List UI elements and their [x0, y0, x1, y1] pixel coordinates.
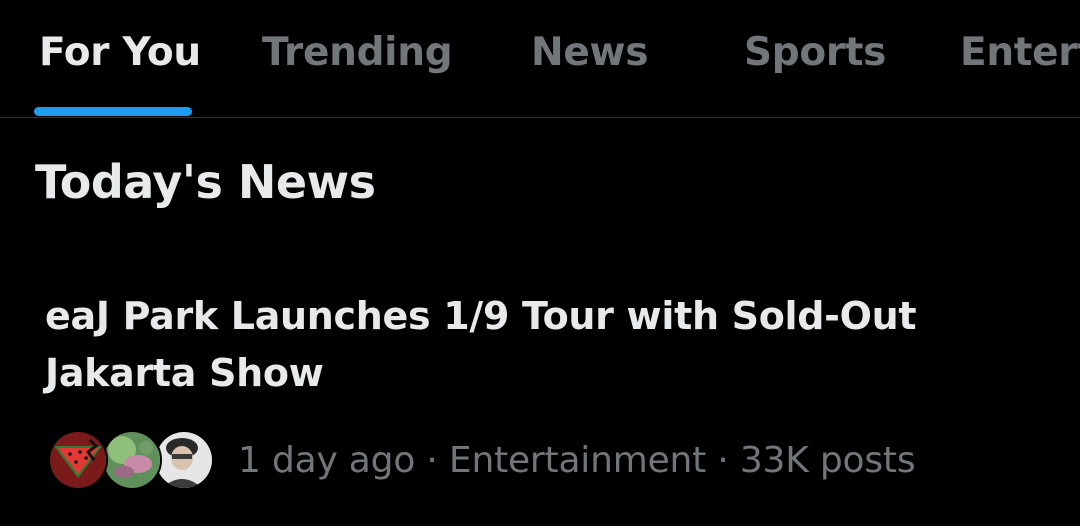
active-tab-indicator	[34, 107, 192, 116]
section-title: Today's News	[35, 155, 376, 209]
green-pink-avatar	[102, 430, 162, 490]
news-meta: 1 day ago · Entertainment · 33K posts	[238, 440, 916, 481]
watermelon-avatar	[48, 430, 108, 490]
news-headline[interactable]: eaJ Park Launches 1/9 Tour with Sold-Out…	[45, 288, 945, 402]
tab-entertainment[interactable]: Entert	[960, 30, 1080, 75]
news-category: Entertainment	[448, 440, 707, 481]
meta-separator: ·	[426, 440, 438, 481]
news-time: 1 day ago	[238, 440, 416, 481]
tab-for-you[interactable]: For You	[39, 30, 201, 75]
tab-sports[interactable]: Sports	[744, 30, 886, 75]
avatar-stack	[48, 430, 218, 492]
tab-trending[interactable]: Trending	[262, 30, 453, 75]
tab-news[interactable]: News	[531, 30, 648, 75]
person-photo-avatar	[154, 430, 214, 490]
news-post-count: 33K posts	[739, 440, 916, 481]
tab-bar: For You Trending News Sports Entert	[0, 0, 1080, 118]
meta-separator: ·	[717, 440, 729, 481]
